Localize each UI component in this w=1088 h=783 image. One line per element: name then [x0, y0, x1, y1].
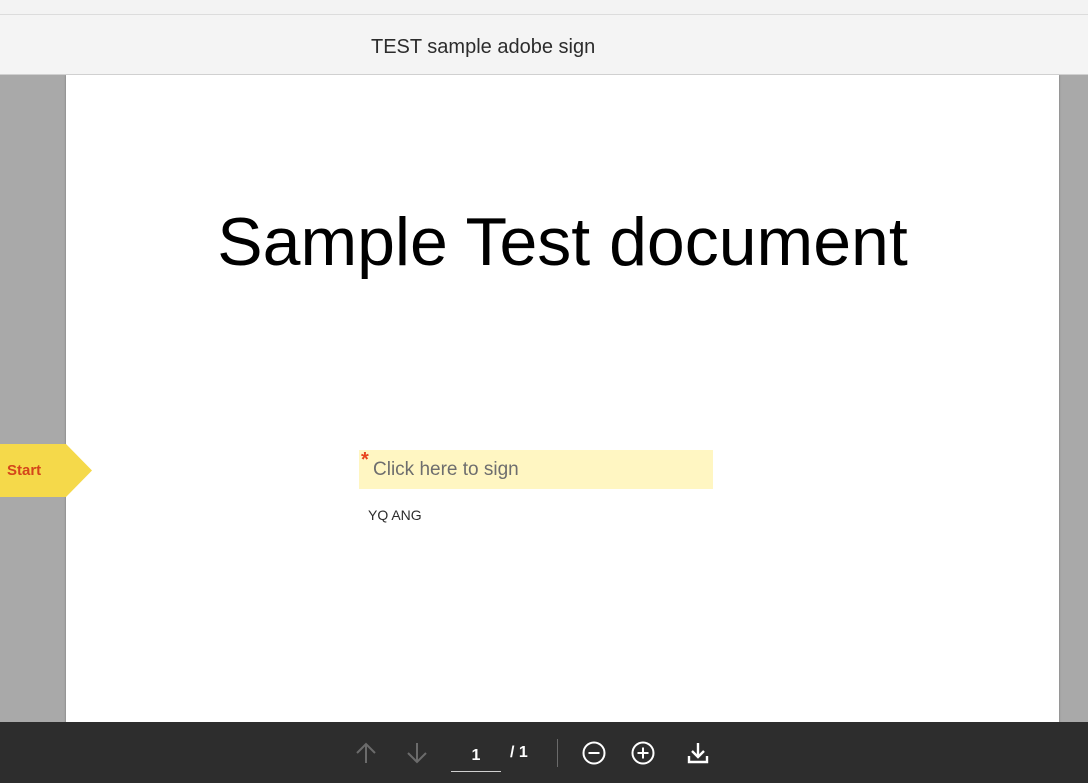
download-icon — [687, 743, 709, 764]
toolbar-divider — [557, 739, 558, 767]
download-button[interactable] — [683, 738, 713, 768]
signature-field-label: Click here to sign — [373, 459, 519, 480]
arrow-up-icon — [356, 742, 376, 763]
bottom-toolbar: / 1 — [0, 722, 1088, 783]
page-total: / 1 — [510, 744, 528, 761]
previous-page-button[interactable] — [351, 738, 381, 768]
arrow-down-icon — [407, 743, 427, 764]
start-label: Start — [7, 462, 42, 479]
start-button[interactable]: Start — [0, 444, 92, 497]
document-viewer[interactable]: Sample Test document * Click here to sig… — [0, 75, 1088, 722]
zoom-out-icon — [582, 741, 606, 765]
document-page: Sample Test document * Click here to sig… — [66, 75, 1059, 722]
page-number-input[interactable] — [451, 740, 501, 772]
signature-field[interactable]: * Click here to sign — [359, 450, 713, 489]
signer-name: YQ ANG — [368, 507, 422, 523]
document-title: TEST sample adobe sign — [371, 36, 596, 58]
zoom-in-button[interactable] — [628, 738, 658, 768]
top-strip — [0, 0, 1088, 15]
next-page-button[interactable] — [402, 738, 432, 768]
zoom-in-icon — [631, 741, 655, 765]
zoom-out-button[interactable] — [579, 738, 609, 768]
document-heading: Sample Test document — [217, 204, 908, 280]
required-marker: * — [361, 449, 369, 471]
title-bar: TEST sample adobe sign — [0, 15, 1088, 75]
